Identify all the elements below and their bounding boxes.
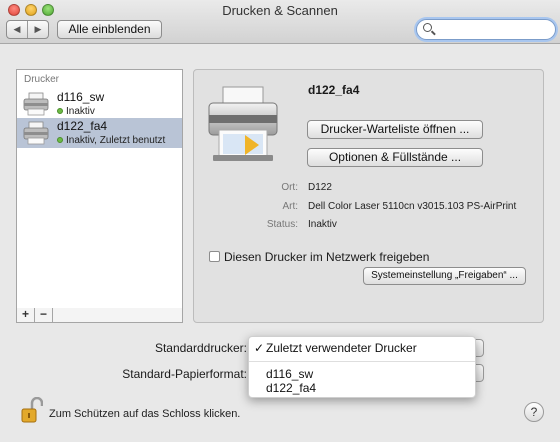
menu-separator (249, 361, 475, 362)
printer-list-header: Drucker (24, 74, 60, 85)
printer-status-text: Inaktiv (66, 106, 95, 117)
printer-status: Inaktiv, Zuletzt benutzt (57, 135, 165, 146)
status-dot-icon (57, 108, 63, 114)
location-value: D122 (308, 182, 332, 193)
share-printer-checkbox[interactable] (209, 251, 220, 262)
lock-hint-text: Zum Schützen auf das Schloss klicken. (49, 408, 241, 420)
default-printer-label: Standarddrucker: (154, 341, 247, 355)
menu-item-label: d116_sw (266, 367, 314, 381)
search-field[interactable] (416, 19, 556, 40)
show-all-button[interactable]: Alle einblenden (57, 20, 162, 39)
kind-label: Art: (282, 201, 298, 212)
printer-list: Drucker d116_sw Inaktiv d122_fa4 Inaktiv… (16, 69, 183, 309)
printer-name: d116_sw (57, 90, 105, 104)
default-printer-menu: ✓ Zuletzt verwendeter Drucker d116_sw d1… (248, 336, 476, 398)
kind-value: Dell Color Laser 5110cn v3015.103 PS-Air… (308, 201, 517, 212)
printer-icon (23, 121, 49, 145)
printer-icon (23, 92, 49, 116)
printer-list-item-d116-sw[interactable]: d116_sw Inaktiv (17, 89, 182, 119)
forward-arrow-icon[interactable]: ▶ (28, 21, 48, 38)
remove-printer-button[interactable]: − (35, 308, 53, 322)
lock-icon[interactable] (21, 397, 43, 423)
location-label: Ort: (281, 182, 298, 193)
sharing-preferences-button[interactable]: Systemeinstellung „Freigaben“ ... (363, 267, 526, 285)
menu-item-label: d122_fa4 (266, 381, 317, 395)
printer-list-item-d122-fa4[interactable]: d122_fa4 Inaktiv, Zuletzt benutzt (17, 118, 182, 148)
checkmark-icon: ✓ (254, 341, 265, 355)
printer-detail-panel: d122_fa4 Drucker-Warteliste öffnen ... O… (193, 69, 544, 323)
share-printer-option: Diesen Drucker im Netzwerk freigeben (209, 250, 429, 264)
printer-large-icon (208, 86, 278, 161)
status-dot-icon (57, 137, 63, 143)
printer-status: Inaktiv (57, 106, 95, 117)
status-label: Status: (266, 219, 298, 230)
navigation-segment: ◀ ▶ (6, 20, 49, 39)
toolbar: Drucken & Scannen ◀ ▶ Alle einblenden (0, 0, 560, 44)
printer-title: d122_fa4 (308, 83, 360, 97)
status-value: Inaktiv (308, 219, 337, 230)
preferences-window: Drucken & Scannen ◀ ▶ Alle einblenden Dr… (0, 0, 560, 442)
search-icon (423, 23, 432, 32)
add-printer-button[interactable]: + (17, 308, 35, 322)
help-button[interactable]: ? (524, 402, 544, 422)
open-print-queue-button[interactable]: Drucker-Warteliste öffnen ... (307, 120, 483, 139)
back-arrow-icon[interactable]: ◀ (7, 21, 28, 38)
window-title: Drucken & Scannen (222, 3, 338, 18)
menu-item-label: Zuletzt verwendeter Drucker (266, 341, 417, 355)
share-printer-label[interactable]: Diesen Drucker im Netzwerk freigeben (224, 250, 429, 264)
printer-name: d122_fa4 (57, 119, 108, 133)
paper-format-label: Standard-Papierformat: (122, 367, 247, 381)
printer-list-footer: + − (16, 308, 183, 323)
printer-status-text: Inaktiv, Zuletzt benutzt (66, 135, 166, 146)
options-supplies-button[interactable]: Optionen & Füllstände ... (307, 148, 483, 167)
